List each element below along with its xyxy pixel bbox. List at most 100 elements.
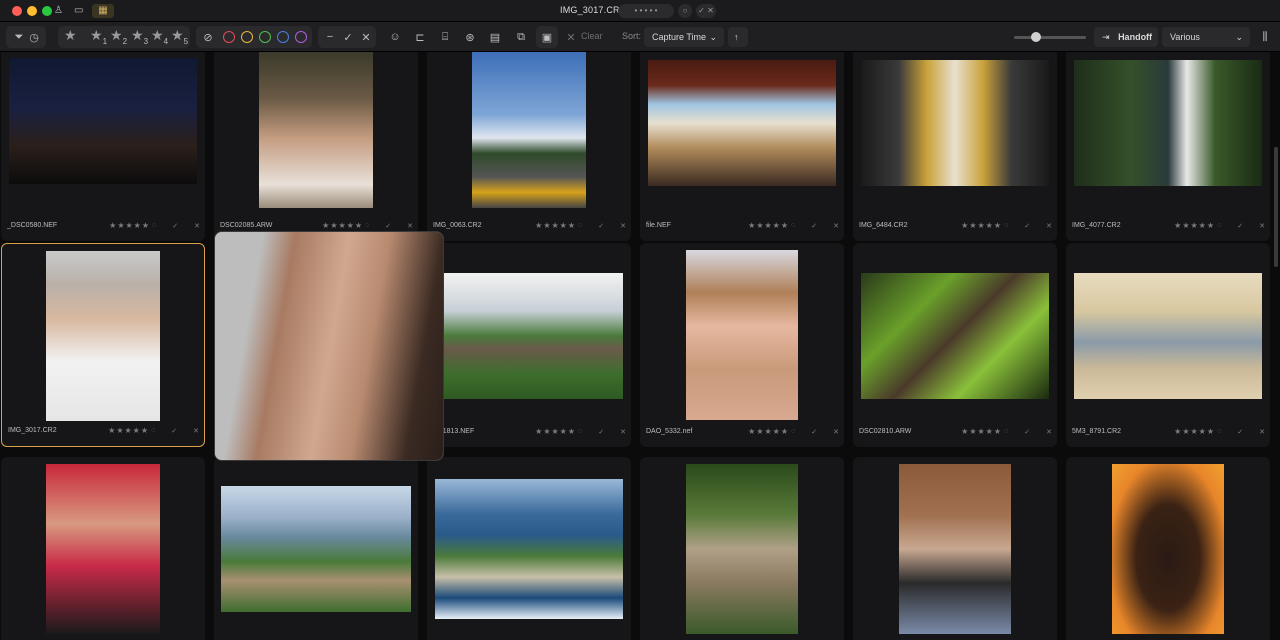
- pick-icon[interactable]: ✓: [1237, 222, 1243, 230]
- label-icon[interactable]: ◌: [578, 428, 582, 436]
- star-rating[interactable]: ★★★★★: [748, 221, 789, 230]
- grid-cell[interactable]: [853, 457, 1057, 640]
- star-rating[interactable]: ★★★★★: [535, 221, 576, 230]
- rating-filter-0[interactable]: ★: [64, 27, 77, 44]
- star-rating[interactable]: ★★★★★: [961, 427, 1002, 436]
- star-rating[interactable]: ★★★★★: [961, 221, 1002, 230]
- reject-icon[interactable]: ✕: [620, 428, 626, 436]
- pick-icon[interactable]: ✓: [598, 428, 604, 436]
- grid-cell[interactable]: [214, 457, 418, 640]
- calendar-icon[interactable]: ▣: [540, 26, 554, 48]
- minimize-window-button[interactable]: [27, 6, 37, 16]
- grid-cell[interactable]: file.NEF ★★★★★ ◌ ✓ ✕: [640, 52, 844, 241]
- grid-cell[interactable]: SC1813.NEF ★★★★★ ◌ ✓ ✕: [427, 243, 631, 447]
- reject-icon[interactable]: ✕: [1259, 222, 1265, 230]
- clear-icon[interactable]: ✕: [566, 26, 576, 48]
- color-filter-purple[interactable]: [295, 31, 307, 43]
- label-icon[interactable]: ◌: [365, 222, 369, 230]
- grid-cell[interactable]: [1066, 457, 1270, 640]
- label-icon[interactable]: ◌: [1004, 222, 1008, 230]
- rating-filter-3[interactable]: ★3: [131, 27, 148, 46]
- compare-icon[interactable]: ⧉: [514, 26, 528, 48]
- color-filter-green[interactable]: [259, 31, 271, 43]
- face-icon[interactable]: ☺: [388, 26, 402, 48]
- filter-icon[interactable]: ⏷: [12, 26, 26, 48]
- reject-icon[interactable]: ✕: [1259, 428, 1265, 436]
- zoom-slider[interactable]: [1014, 32, 1086, 42]
- reject-icon[interactable]: ✕: [1046, 428, 1052, 436]
- aperture-icon[interactable]: ⊛: [463, 26, 477, 48]
- various-dropdown[interactable]: Various ⌄: [1162, 27, 1250, 47]
- pick-icon[interactable]: ✓: [341, 26, 355, 48]
- color-filter-yellow[interactable]: [241, 31, 253, 43]
- pick-icon[interactable]: ✓: [1237, 428, 1243, 436]
- grid-cell[interactable]: _DSC0580.NEF ★★★★★ ◌ ✓ ✕: [1, 52, 205, 241]
- reject-icon[interactable]: ✕: [407, 222, 413, 230]
- grid-cell[interactable]: DAO_5332.nef ★★★★★ ◌ ✓ ✕: [640, 243, 844, 447]
- reject-circle-icon[interactable]: ○: [678, 4, 692, 18]
- sort-dropdown[interactable]: Capture Time ⌄: [644, 27, 724, 47]
- unflag-icon[interactable]: −: [323, 26, 337, 48]
- star-rating[interactable]: ★★★★★: [322, 221, 363, 230]
- grid-cell[interactable]: IMG_6484.CR2 ★★★★★ ◌ ✓ ✕: [853, 52, 1057, 241]
- pick-icon[interactable]: ✓: [1024, 222, 1030, 230]
- reject-icon[interactable]: ✕: [833, 222, 839, 230]
- pick-icon[interactable]: ✓: [811, 428, 817, 436]
- grid-cell[interactable]: [1, 457, 205, 640]
- label-icon[interactable]: ◌: [1217, 222, 1221, 230]
- label-icon[interactable]: ◌: [791, 222, 795, 230]
- rating-filter-4[interactable]: ★4: [151, 27, 168, 46]
- star-rating[interactable]: ★★★★★: [1174, 427, 1215, 436]
- camera-icon[interactable]: ⌸: [438, 26, 452, 48]
- pick-icon[interactable]: ✓: [1024, 428, 1030, 436]
- file-type-icon[interactable]: ▤: [488, 26, 502, 48]
- color-filter-blue[interactable]: [277, 31, 289, 43]
- grid-cell[interactable]: IMG_4077.CR2 ★★★★★ ◌ ✓ ✕: [1066, 52, 1270, 241]
- zoom-slider-knob[interactable]: [1031, 32, 1041, 42]
- label-icon[interactable]: ◌: [1004, 428, 1008, 436]
- star-rating[interactable]: ★★★★★: [109, 221, 150, 230]
- pick-icon[interactable]: ✓: [598, 222, 604, 230]
- handoff-button[interactable]: ⇥ Handoff: [1094, 27, 1158, 47]
- reject-icon[interactable]: ✕: [1046, 222, 1052, 230]
- pick-icon[interactable]: ✓: [811, 222, 817, 230]
- close-window-button[interactable]: [12, 6, 22, 16]
- reject-icon[interactable]: ✕: [194, 222, 200, 230]
- grid-view-icon[interactable]: ▦: [92, 4, 114, 18]
- sort-direction-button[interactable]: ↑: [728, 27, 748, 47]
- grid-cell[interactable]: [427, 457, 631, 640]
- sidebar-toggle-icon[interactable]: ▭: [74, 4, 83, 18]
- clear-button[interactable]: Clear: [581, 31, 603, 41]
- title-actions[interactable]: ✓ ✕: [696, 4, 716, 18]
- label-icon[interactable]: ◌: [152, 222, 156, 230]
- grid-cell[interactable]: 5M3_8791.CR2 ★★★★★ ◌ ✓ ✕: [1066, 243, 1270, 447]
- label-icon[interactable]: ◌: [791, 428, 795, 436]
- star-rating[interactable]: ★★★★★: [748, 427, 789, 436]
- star-rating[interactable]: ★★★★★: [1174, 221, 1215, 230]
- zoom-window-button[interactable]: [42, 6, 52, 16]
- rating-filter-1[interactable]: ★1: [90, 27, 107, 46]
- hierarchy-icon[interactable]: ⊏: [413, 26, 427, 48]
- pick-icon[interactable]: ✓: [172, 222, 178, 230]
- label-icon[interactable]: ◌: [1217, 428, 1221, 436]
- color-filter-red[interactable]: [223, 31, 235, 43]
- pick-icon[interactable]: ✓: [385, 222, 391, 230]
- grid-cell[interactable]: [640, 457, 844, 640]
- filter-status-icon[interactable]: ◷: [27, 26, 41, 48]
- metadata-panel-icon[interactable]: ⫼: [1258, 26, 1272, 48]
- flag-pills[interactable]: • • • • •: [618, 4, 674, 18]
- grid-cell[interactable]: IMG_0063.CR2 ★★★★★ ◌ ✓ ✕: [427, 52, 631, 241]
- star-rating[interactable]: ★★★★★: [535, 427, 576, 436]
- reject-icon[interactable]: ✕: [193, 427, 199, 435]
- label-icon[interactable]: ◌: [578, 222, 582, 230]
- rating-filter-2[interactable]: ★2: [110, 27, 127, 46]
- star-rating[interactable]: ★★★★★: [108, 426, 149, 435]
- grid-scrollbar[interactable]: [1274, 147, 1278, 267]
- reject-icon[interactable]: ✕: [620, 222, 626, 230]
- user-icon[interactable]: ♙: [54, 4, 63, 18]
- grid-cell[interactable]: DSC02085.ARW ★★★★★ ◌ ✓ ✕: [214, 52, 418, 241]
- no-color-icon[interactable]: ⊘: [201, 26, 215, 48]
- grid-cell[interactable]: DSC02810.ARW ★★★★★ ◌ ✓ ✕: [853, 243, 1057, 447]
- label-icon[interactable]: ◌: [151, 427, 155, 435]
- reject-icon[interactable]: ✕: [359, 26, 373, 48]
